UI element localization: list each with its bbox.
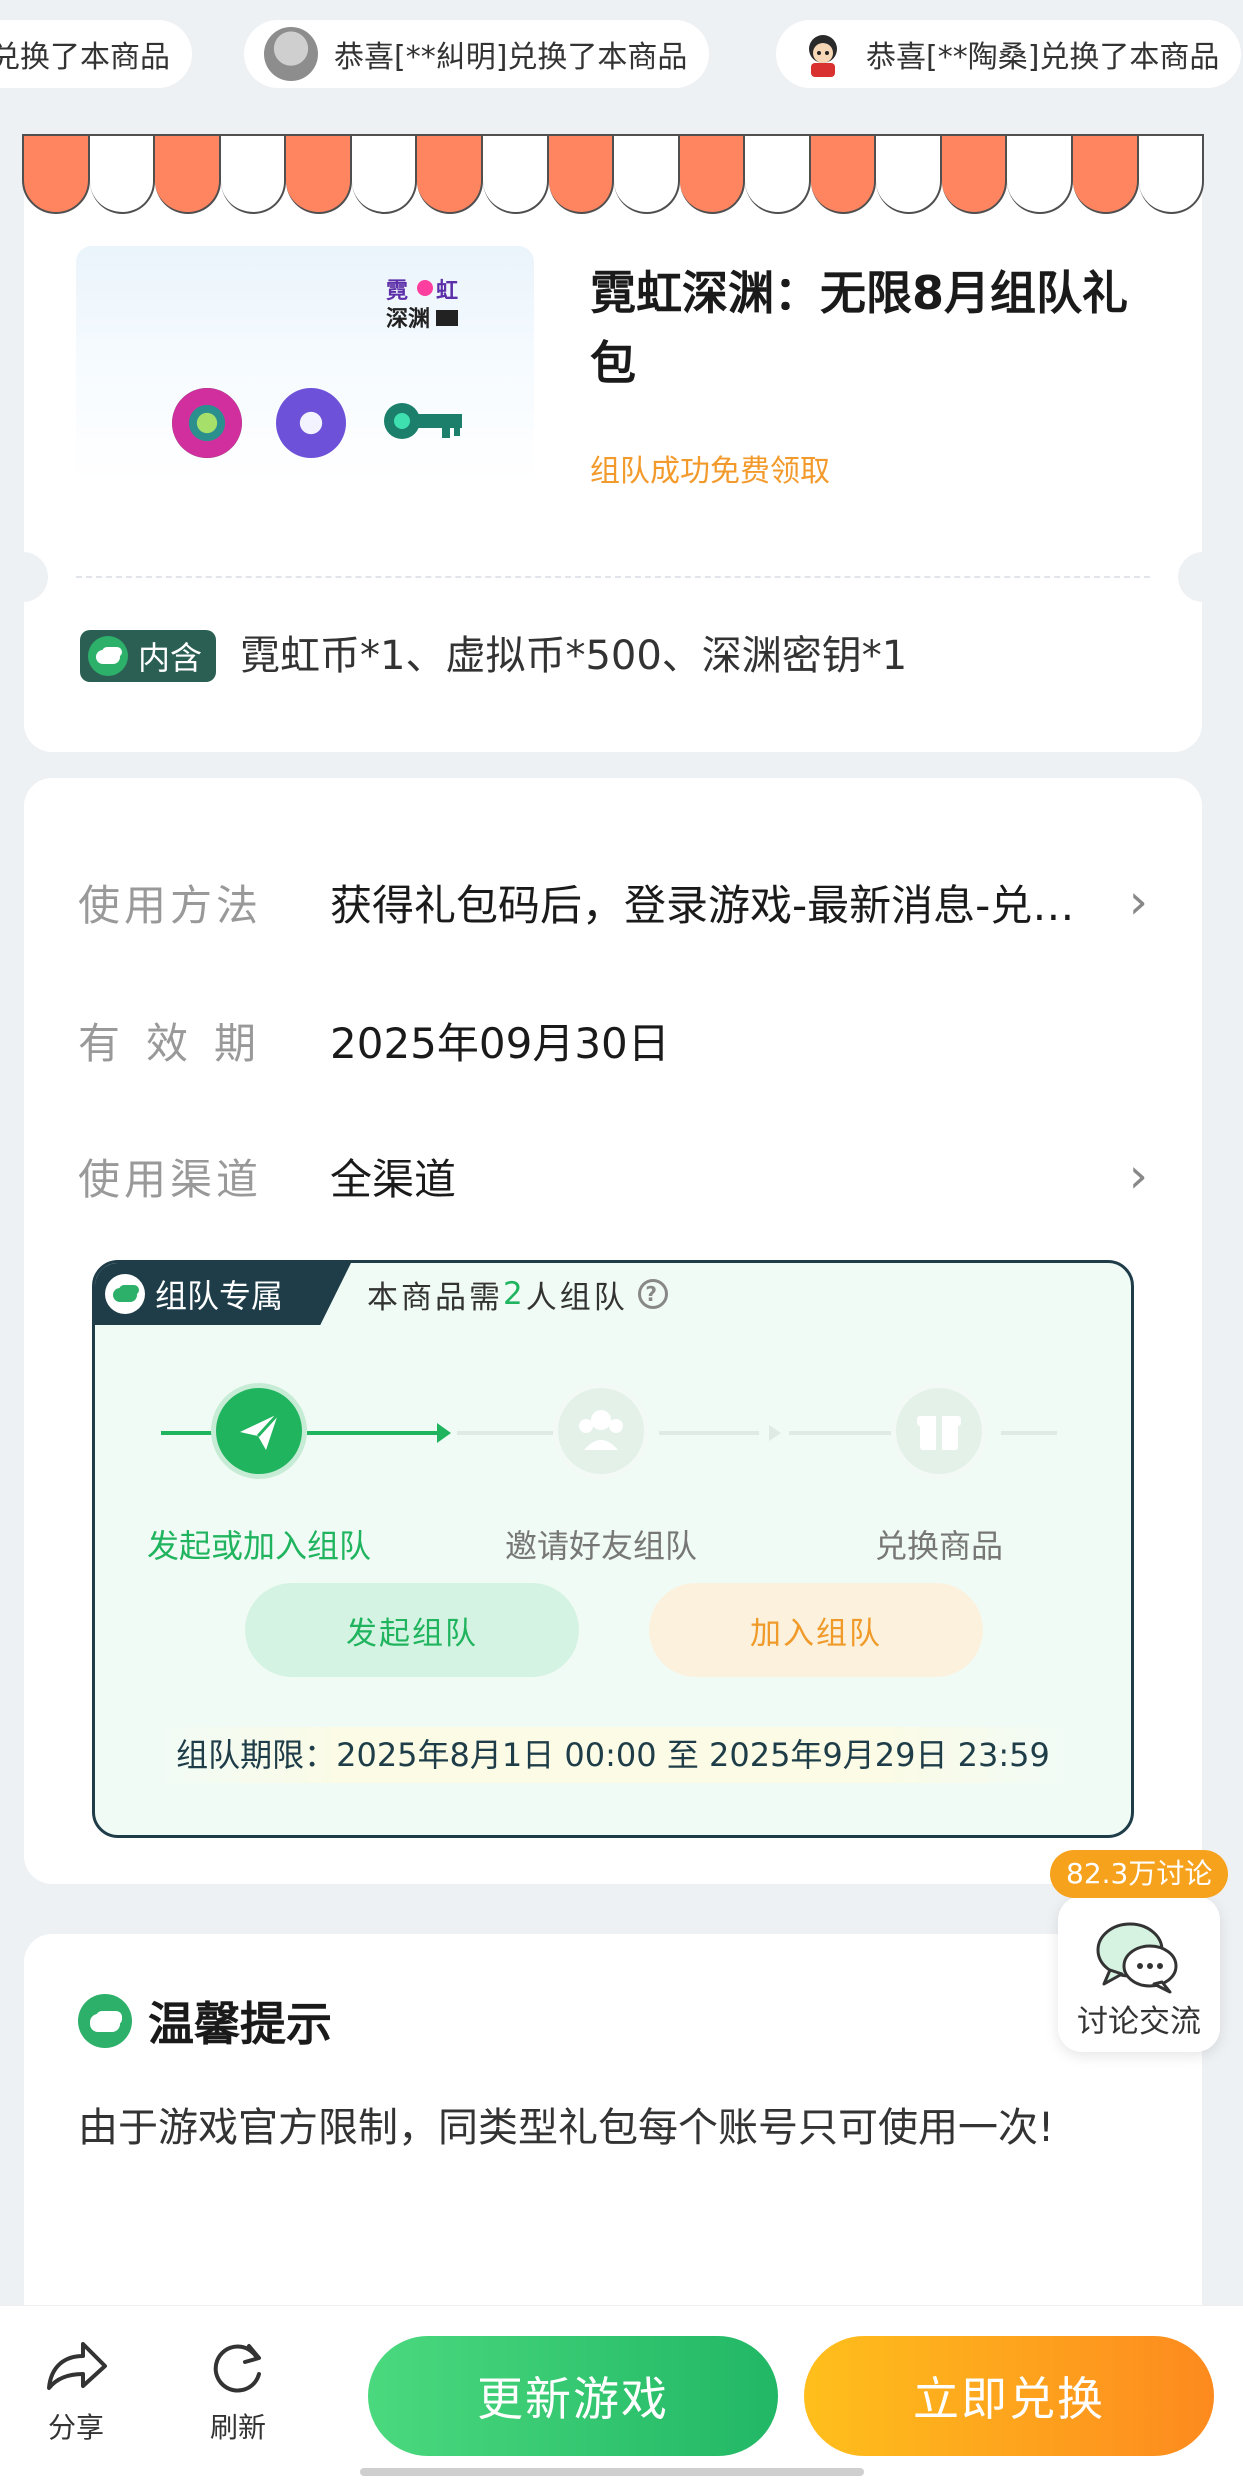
tips-title: 温馨提示 [148,1997,332,2051]
contents-tag: 内含 [80,630,217,682]
tips-card: 温馨提示 由于游戏官方限制，同类型礼包每个账号只可使用一次! [24,1934,1202,2314]
send-icon [211,1383,307,1479]
arrow-icon [437,1423,451,1443]
start-team-button[interactable]: 发起组队 [245,1583,579,1677]
ticker-chip: 恭喜[**陶桑]兑换了本商品 [776,20,1242,88]
product-subtitle: 组队成功免费领取 [590,454,830,489]
ticker-chip: 恭喜[**糾明]兑换了本商品 [244,20,710,88]
svg-text:深渊: 深渊 [386,307,430,332]
usage-value: 获得礼包码后，登录游戏-最新消息-兑换码 [330,880,1108,930]
gift-icon [891,1383,987,1479]
validity-label: 有效期 [78,1018,283,1068]
neon-coin-icon [172,388,242,458]
discussion-button[interactable]: 讨论交流 [1058,1896,1220,2052]
ticker-text: 兑换了本商品 [0,40,170,75]
shop-awning [22,134,1205,214]
team-exclusive-tag: 组队专属 [95,1263,351,1325]
user-avatar [264,27,318,81]
team-need-count: 2 [503,1276,526,1312]
help-icon[interactable]: ? [637,1279,668,1309]
bottom-action-bar: 分享 刷新 更新游戏 立即兑换 [0,2305,1243,2482]
team-requirement: 本商品需 2 人组队 ? [367,1263,668,1325]
product-image: 霓 虹 深渊 [76,246,534,486]
svg-text:虹: 虹 [436,279,458,304]
share-button[interactable]: 分享 [26,2336,126,2446]
ticker-chip: 兑换了本商品 [0,20,192,88]
channel-row[interactable]: 使用渠道 全渠道 › [78,1146,1148,1206]
redeem-ticker: 兑换了本商品 恭喜[**糾明]兑换了本商品 恭喜[**陶桑]兑换了本商品 [0,20,1243,92]
tips-heading: 温馨提示 [78,1988,332,2054]
validity-value: 2025年09月30日 [330,1018,670,1068]
team-need-prefix: 本商品需 [367,1279,503,1316]
discussion-count-badge: 82.3万讨论 [1050,1850,1229,1898]
contents-tag-label: 内含 [138,639,203,677]
chevron-right-icon: › [1128,1148,1148,1204]
share-icon [47,2342,107,2390]
cloud-logo-icon [78,1994,132,2048]
ticker-text: 恭喜[**陶桑]兑换了本商品 [866,40,1220,75]
team-panel: 组队专属 本商品需 2 人组队 ? 发起或加入组队 邀请好友组队 兑换商品 发起… [92,1260,1134,1838]
validity-row: 有效期 2025年09月30日 [78,1010,1148,1070]
usage-label: 使用方法 [78,880,263,930]
progress-track [457,1431,553,1435]
progress-track [1001,1431,1057,1435]
progress-track [659,1431,759,1435]
team-need-suffix: 人组队 [525,1279,628,1316]
ticket-notch-left [24,552,48,602]
info-card: 使用方法 获得礼包码后，登录游戏-最新消息-兑换码 › 有效期 2025年09月… [24,778,1202,1884]
abyss-key-icon [382,394,466,448]
refresh-button[interactable]: 刷新 [188,2336,288,2446]
update-game-button[interactable]: 更新游戏 [368,2336,778,2456]
step-label-active: 发起或加入组队 [146,1527,371,1565]
cloud-logo-icon [88,636,128,676]
progress-track [789,1431,891,1435]
step-label: 邀请好友组队 [504,1527,697,1565]
tips-text: 由于游戏官方限制，同类型礼包每个账号只可使用一次! [78,2105,1055,2151]
channel-value: 全渠道 [330,1154,457,1204]
game-logo: 霓 虹 深渊 [384,274,466,332]
contents-text: 霓虹币*1、虚拟币*500、深渊密钥*1 [240,633,908,679]
virtual-coin-icon [276,388,346,458]
product-card: 霓 虹 深渊 霓虹深渊：无限8月组队礼包 组队成功免费领取 内含 霓虹币*1、虚… [24,140,1202,752]
ticker-text: 恭喜[**糾明]兑换了本商品 [334,40,688,75]
home-indicator [360,2468,864,2476]
usage-row[interactable]: 使用方法 获得礼包码后，登录游戏-最新消息-兑换码 › [78,872,1148,932]
discussion-label: 讨论交流 [1077,2004,1201,2040]
refresh-label: 刷新 [209,2411,266,2444]
progress-track [307,1431,437,1435]
channel-label: 使用渠道 [78,1154,263,1204]
redeem-now-button[interactable]: 立即兑换 [804,2336,1214,2456]
chevron-right-icon: › [1128,874,1148,930]
chat-bubbles-icon [1096,1922,1178,1994]
share-label: 分享 [47,2411,104,2444]
step-label: 兑换商品 [874,1527,1003,1565]
team-period: 组队期限：2025年8月1日 00:00 至 2025年9月29日 23:59 [155,1727,1071,1783]
team-tag-label: 组队专属 [155,1277,284,1315]
ticket-divider [76,576,1150,578]
product-title: 霓虹深渊：无限8月组队礼包 [590,266,1129,390]
friends-icon [553,1383,649,1479]
refresh-icon [213,2344,261,2393]
ticket-notch-right [1178,552,1202,602]
user-avatar [796,27,850,81]
cloud-logo-icon [105,1274,145,1314]
svg-text:霓: 霓 [386,279,408,304]
join-team-button[interactable]: 加入组队 [649,1583,983,1677]
arrow-icon [769,1425,781,1441]
